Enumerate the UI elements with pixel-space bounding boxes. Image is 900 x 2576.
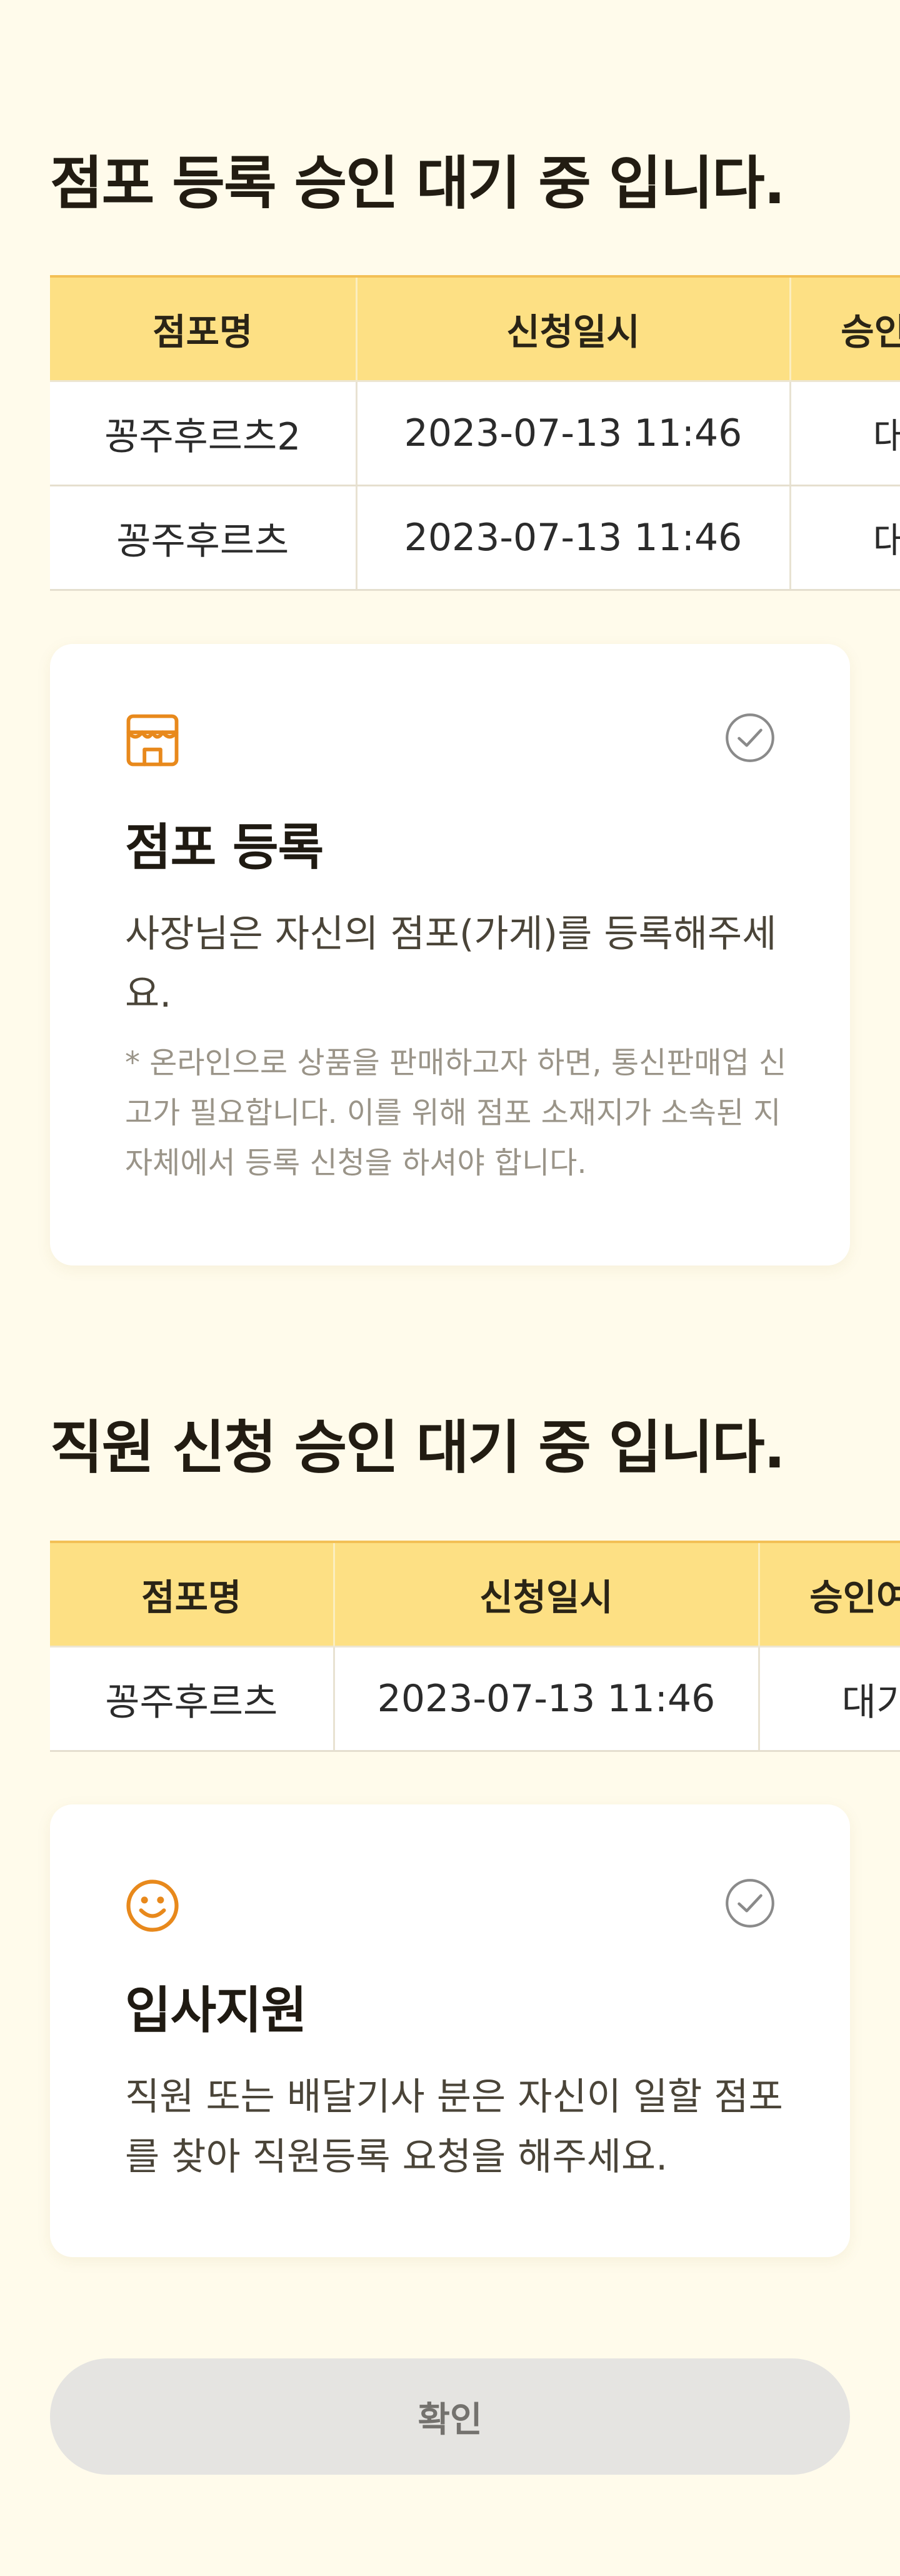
store-card-title: 점포 등록	[125, 818, 324, 877]
store-icon	[126, 714, 179, 767]
store-card-description: 사장님은 자신의 점포(가게)를 등록해주세요.	[125, 912, 777, 1016]
request-date-cell: 2023-07-13 11:46	[356, 381, 791, 486]
store-name-cell: 꽁주후르츠	[50, 485, 358, 591]
store-status-table: 점포명 신청일시 승인여부 꽁주후르츠2 2023-07-13 11:46 대기…	[50, 275, 900, 591]
store-registration-card[interactable]: 점포 등록 사장님은 자신의 점포(가게)를 등록해주세요. * 온라인으로 상…	[50, 644, 850, 1265]
job-application-card[interactable]: 입사지원 직원 또는 배달기사 분은 자신이 일할 점포를 찾아 직원등록 요청…	[50, 1804, 850, 2257]
store-section-title: 점포 등록 승인 대기 중 입니다.	[50, 150, 786, 217]
store-name-cell: 꽁주후르츠2	[50, 381, 358, 486]
employee-section-title: 직원 신청 승인 대기 중 입니다.	[50, 1414, 786, 1481]
request-date-cell: 2023-07-13 11:46	[356, 485, 791, 591]
column-header-store-name: 점포명	[50, 1542, 335, 1648]
table-row: 꽁주후르츠 2023-07-13 11:46 대기	[50, 1646, 900, 1752]
table-header-row: 점포명 신청일시 승인여부	[50, 276, 900, 382]
table-row: 꽁주후르츠 2023-07-13 11:46 대기	[50, 485, 900, 591]
job-card-description: 직원 또는 배달기사 분은 자신이 일할 점포를 찾아 직원등록 요청을 해주세…	[125, 2075, 783, 2179]
column-header-request-date: 신청일시	[356, 276, 791, 382]
request-date-cell: 2023-07-13 11:46	[334, 1646, 760, 1752]
column-header-approval-status: 승인여부	[759, 1542, 900, 1648]
column-header-approval-status: 승인여부	[790, 276, 900, 382]
job-card-title: 입사지원	[125, 1981, 307, 2040]
check-circle-icon[interactable]	[724, 1877, 776, 1929]
column-header-request-date: 신청일시	[334, 1542, 760, 1648]
store-card-note: * 온라인으로 상품을 판매하고자 하면, 통신판매업 신고가 필요합니다. 이…	[125, 1045, 787, 1180]
smile-icon	[126, 1879, 179, 1932]
approval-status-cell: 대기	[790, 381, 900, 486]
check-circle-icon[interactable]	[724, 712, 776, 764]
approval-status-cell: 대기	[790, 485, 900, 591]
table-header-row: 점포명 신청일시 승인여부	[50, 1542, 900, 1648]
approval-status-cell: 대기	[759, 1646, 900, 1752]
table-row: 꽁주후르츠2 2023-07-13 11:46 대기	[50, 381, 900, 486]
employee-status-table: 점포명 신청일시 승인여부 꽁주후르츠 2023-07-13 11:46 대기	[50, 1541, 900, 1752]
store-name-cell: 꽁주후르츠	[50, 1646, 335, 1752]
employee-status-table-wrapper[interactable]: 점포명 신청일시 승인여부 꽁주후르츠 2023-07-13 11:46 대기	[50, 1541, 900, 1752]
confirm-button[interactable]: 확인	[50, 2358, 850, 2475]
column-header-store-name: 점포명	[50, 276, 358, 382]
store-status-table-wrapper[interactable]: 점포명 신청일시 승인여부 꽁주후르츠2 2023-07-13 11:46 대기…	[50, 275, 900, 591]
